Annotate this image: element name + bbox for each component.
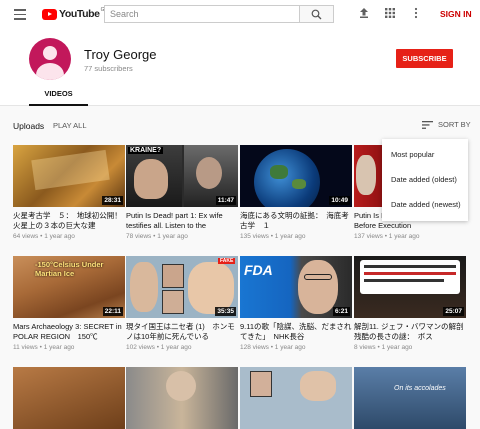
video-title[interactable]: 海底にある文明の証拠： 海底考古学 １ <box>240 211 352 231</box>
top-bar: YouTube GB Search SIGN IN <box>0 0 480 29</box>
video-thumbnail[interactable]: On its accolades <box>354 367 466 429</box>
video-title[interactable]: 解剖11. ジェフ・バワマンの解剖 残酷の長さの謎： ボス <box>354 322 466 342</box>
sign-in-button[interactable]: SIGN IN <box>440 9 472 19</box>
video-meta: 78 views • 1 year ago <box>126 233 188 240</box>
upload-age: 1 year ago <box>274 344 306 351</box>
duration-badge: 35:35 <box>215 307 236 316</box>
video-thumbnail[interactable] <box>240 367 352 429</box>
upload-age: 1 year ago <box>43 344 75 351</box>
duration-badge: 28:31 <box>102 196 123 205</box>
tab-videos[interactable]: VIDEOS <box>29 88 88 106</box>
upload-age: 1 year ago <box>381 344 413 351</box>
upload-age: 1 year ago <box>388 233 420 240</box>
video-thumbnail[interactable]: 25:07 <box>354 256 466 318</box>
video-meta: 135 views • 1 year ago <box>240 233 306 240</box>
video-title[interactable]: Putin Is Dead! part 1: Ex wife testifies… <box>126 211 238 231</box>
view-count: 128 views <box>240 344 269 351</box>
subscriber-count: 77 subscribers <box>84 64 133 73</box>
sort-option-date-oldest[interactable]: Date added (oldest) <box>391 175 457 184</box>
video-meta: 102 views • 1 year ago <box>126 344 192 351</box>
video-title[interactable]: Mars Archaeology 3: SECRET in POLAR REGI… <box>13 322 125 342</box>
logo-text: YouTube <box>59 8 100 20</box>
sort-option-date-newest[interactable]: Date added (newest) <box>391 200 461 209</box>
search-button[interactable] <box>300 5 334 23</box>
thumb-caption: FDA <box>244 262 273 278</box>
view-count: 11 views <box>13 344 38 351</box>
video-meta: 137 views • 1 year ago <box>354 233 420 240</box>
video-thumbnail[interactable]: FDA 6:21 <box>240 256 352 318</box>
duration-badge: 22:11 <box>102 307 123 316</box>
channel-name: Troy George <box>84 47 157 62</box>
channel-header: Troy George 77 subscribers SUBSCRIBE VID… <box>0 29 480 106</box>
upload-age: 1 year ago <box>274 233 306 240</box>
sort-option-most-popular[interactable]: Most popular <box>391 150 434 159</box>
video-thumbnail[interactable]: 28:31 <box>13 145 125 207</box>
view-count: 78 views <box>126 233 152 240</box>
sort-by-button[interactable]: SORT BY <box>422 120 471 129</box>
channel-avatar[interactable] <box>29 38 71 80</box>
thumb-caption: KRAINE? <box>128 147 164 154</box>
upload-icon[interactable] <box>358 7 370 19</box>
duration-badge: 11:47 <box>215 196 236 205</box>
avatar-head <box>43 46 57 60</box>
search-input[interactable]: Search <box>104 5 300 23</box>
sort-by-label: SORT BY <box>438 120 471 129</box>
thumb-caption: On its accolades <box>394 385 446 392</box>
view-count: 102 views <box>126 344 155 351</box>
view-count: 8 views <box>354 344 376 351</box>
view-count: 135 views <box>240 233 269 240</box>
video-title[interactable]: 現タイ国王は二セ者 (1) ホンモノは10年前に死んでいる <box>126 322 238 342</box>
video-meta: 11 views • 1 year ago <box>13 344 75 351</box>
sort-menu: Most popular Date added (oldest) Date ad… <box>382 139 468 221</box>
thumb-caption: -150°Celsius Under Martian Ice <box>35 260 104 278</box>
video-title[interactable]: 9.11の歌「陰謀、洗脳、だまされてきた」 NHK長谷 <box>240 322 352 342</box>
play-all-button[interactable]: PLAY ALL <box>53 121 87 130</box>
upload-age: 1 year ago <box>157 233 188 240</box>
video-thumbnail[interactable]: -150°Celsius Under Martian Ice 22:11 <box>13 256 125 318</box>
view-count: 137 views <box>354 233 383 240</box>
upload-age: 1 year ago <box>44 233 75 240</box>
sort-icon <box>422 120 433 129</box>
subscribe-button[interactable]: SUBSCRIBE <box>396 49 453 68</box>
youtube-logo[interactable]: YouTube GB <box>42 7 108 20</box>
duration-badge: 25:07 <box>443 307 464 316</box>
menu-icon[interactable] <box>12 6 28 22</box>
video-meta: 128 views • 1 year ago <box>240 344 306 351</box>
apps-grid-icon[interactable] <box>384 7 396 19</box>
youtube-play-icon <box>42 8 57 20</box>
video-thumbnail[interactable] <box>126 367 238 429</box>
avatar-body <box>36 63 64 80</box>
video-title[interactable]: 火星考古学 ５： 地球初公開！火星上の３本の巨大な建 <box>13 211 125 231</box>
more-vert-icon[interactable] <box>413 7 419 19</box>
video-thumbnail[interactable]: 10:49 <box>240 145 352 207</box>
video-meta: 64 views • 1 year ago <box>13 233 75 240</box>
video-meta: 8 views • 1 year ago <box>354 344 413 351</box>
upload-age: 1 year ago <box>160 344 192 351</box>
uploads-label[interactable]: Uploads <box>13 121 44 131</box>
view-count: 64 views <box>13 233 39 240</box>
duration-badge: 10:49 <box>329 196 350 205</box>
search-placeholder: Search <box>110 9 139 19</box>
search-icon <box>311 9 322 20</box>
fake-tag: FAKE <box>218 258 236 264</box>
video-thumbnail[interactable]: FAKE 35:35 <box>126 256 238 318</box>
video-thumbnail[interactable] <box>13 367 125 429</box>
video-thumbnail[interactable]: KRAINE? 11:47 <box>126 145 238 207</box>
duration-badge: 6:21 <box>332 307 350 316</box>
